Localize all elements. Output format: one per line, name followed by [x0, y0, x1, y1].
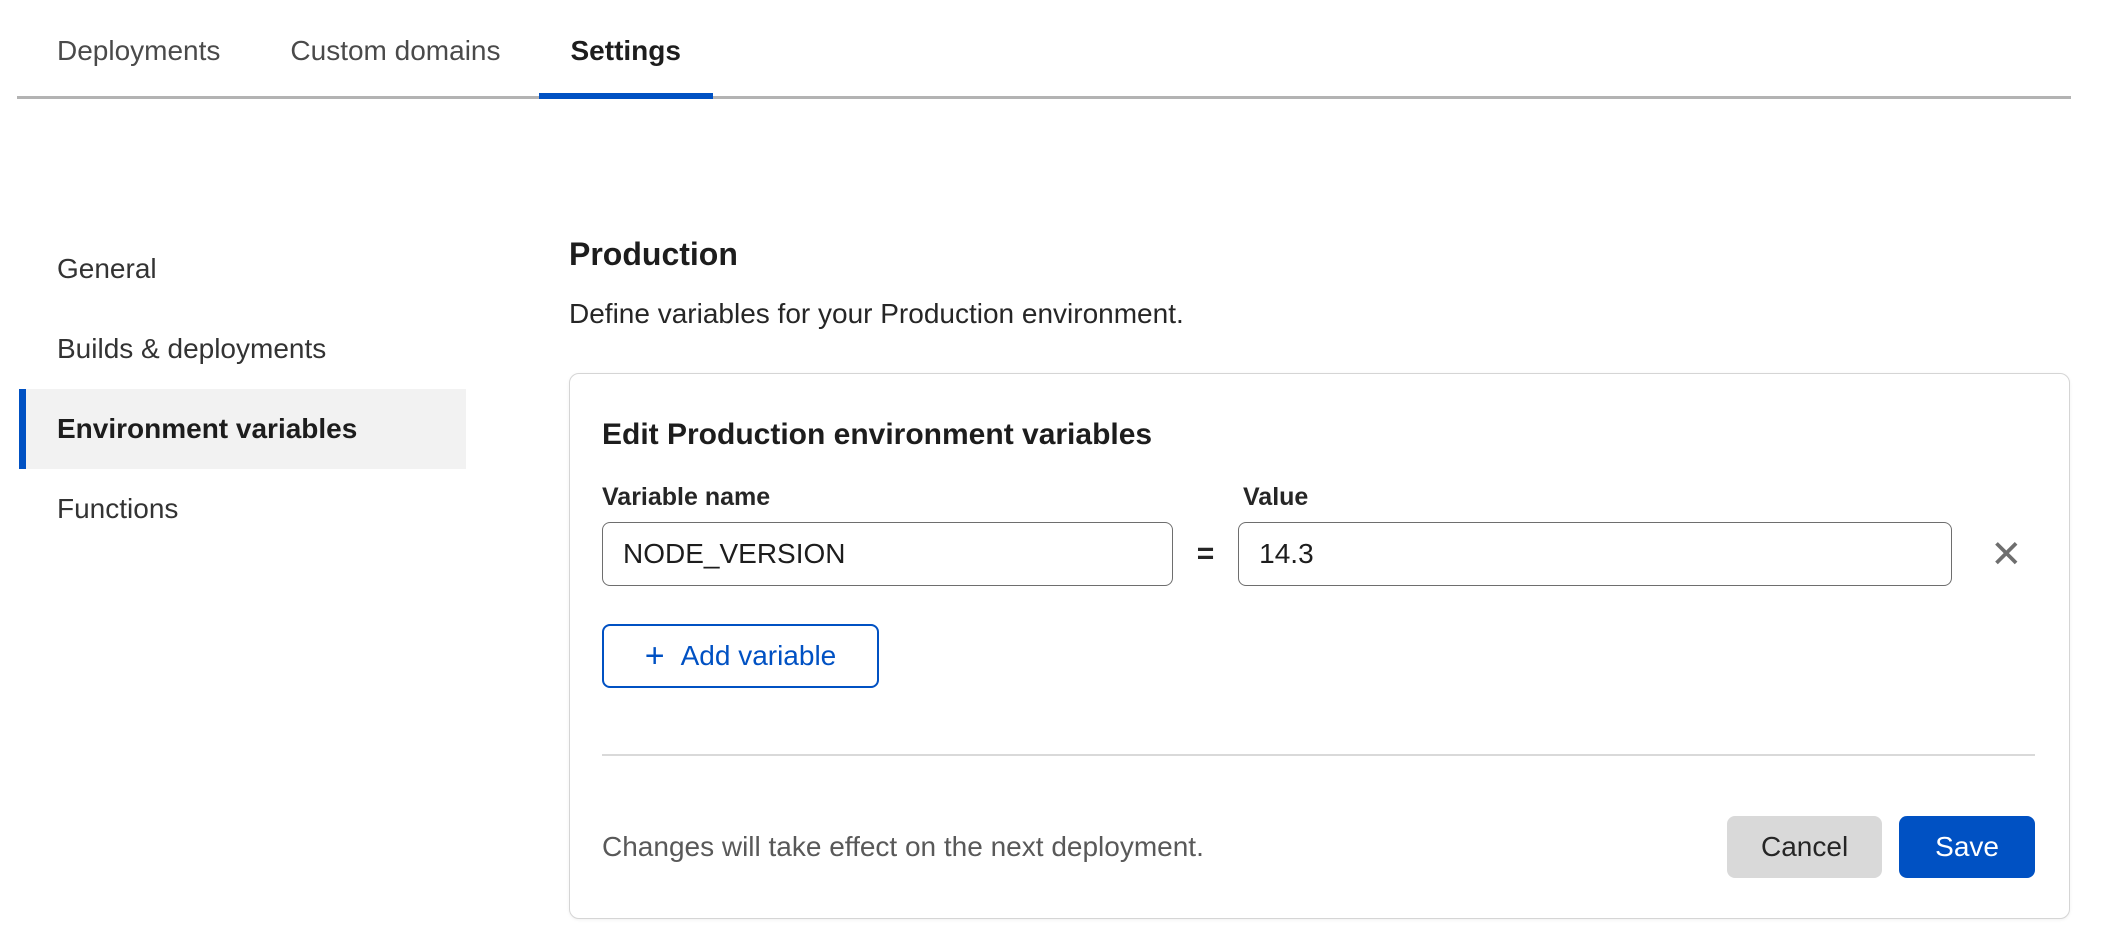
sidebar-item-builds-deployments[interactable]: Builds & deployments [19, 309, 466, 389]
footer-note: Changes will take effect on the next dep… [602, 831, 1204, 863]
cancel-button[interactable]: Cancel [1727, 816, 1882, 878]
remove-variable-button[interactable]: ✕ [1978, 525, 2035, 583]
save-button[interactable]: Save [1899, 816, 2035, 878]
card-footer: Changes will take effect on the next dep… [602, 756, 2035, 913]
tab-deployments[interactable]: Deployments [25, 0, 252, 99]
equals-sign: = [1173, 537, 1238, 571]
add-variable-button[interactable]: + Add variable [602, 624, 879, 688]
tab-bar: Deployments Custom domains Settings [0, 0, 2121, 99]
settings-sidebar: General Builds & deployments Environment… [19, 229, 466, 549]
page-title: Production [569, 234, 738, 274]
sidebar-item-environment-variables[interactable]: Environment variables [19, 389, 466, 469]
value-label: Value [1243, 484, 1308, 510]
footer-actions: Cancel Save [1727, 816, 2035, 878]
sidebar-item-general[interactable]: General [19, 229, 466, 309]
tab-custom-domains[interactable]: Custom domains [258, 0, 532, 99]
add-variable-label: Add variable [681, 640, 837, 672]
variable-name-label: Variable name [602, 484, 1243, 510]
card-title: Edit Production environment variables [602, 414, 2035, 456]
section-description: Define variables for your Production env… [569, 296, 1184, 332]
environment-variables-card: Edit Production environment variables Va… [569, 373, 2070, 919]
tab-list: Deployments Custom domains Settings [25, 0, 713, 99]
close-icon: ✕ [1990, 532, 2022, 576]
variable-row: = ✕ [602, 522, 2035, 586]
sidebar-item-functions[interactable]: Functions [19, 469, 466, 549]
variable-name-input[interactable] [602, 522, 1173, 586]
field-label-row: Variable name Value [602, 484, 2035, 510]
plus-icon: + [645, 639, 665, 673]
variable-value-input[interactable] [1238, 522, 1951, 586]
tab-settings[interactable]: Settings [539, 0, 713, 99]
